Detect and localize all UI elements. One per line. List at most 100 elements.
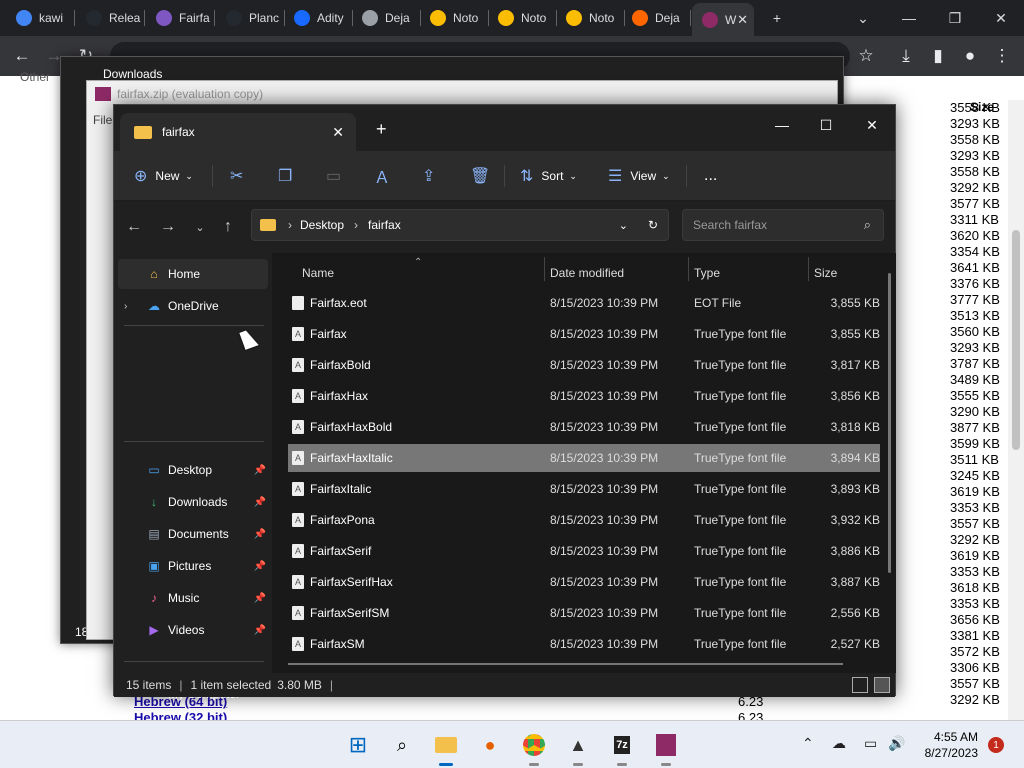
nav-item-documents[interactable]: ▤ Documents 📌 <box>118 519 268 549</box>
more-options-button[interactable]: ... <box>704 163 717 189</box>
browser-tab[interactable]: Deja <box>622 5 688 31</box>
network-off-icon[interactable]: ☁ <box>832 735 846 752</box>
size-cell: 3381 KB <box>950 628 1000 643</box>
rename-button[interactable]: Ａ <box>374 163 398 189</box>
side-panel-icon[interactable]: ▮ <box>926 44 950 68</box>
menu-icon[interactable]: ⋮ <box>990 44 1014 68</box>
display-icon[interactable]: ▭ <box>864 735 877 752</box>
browser-tab[interactable]: Relea <box>76 5 142 31</box>
share-button[interactable]: ⇪ <box>422 163 443 189</box>
back-icon[interactable]: ← <box>122 215 146 239</box>
file-row[interactable]: A FairfaxHaxItalic 8/15/2023 10:39 PM TrueT… <box>288 444 880 472</box>
cut-button[interactable]: ✂ <box>230 163 251 189</box>
forward-icon[interactable]: → <box>156 215 180 239</box>
file-row[interactable]: A FairfaxBold 8/15/2023 10:39 PM TrueType f… <box>288 351 880 379</box>
column-header-date[interactable]: Date modified <box>550 261 624 285</box>
file-explorer-icon[interactable] <box>432 731 460 766</box>
system-clock[interactable]: 4:55 AM 8/27/2023 <box>918 729 978 761</box>
file-row[interactable]: A FairfaxItalic 8/15/2023 10:39 PM TrueType… <box>288 475 880 503</box>
browser-tab[interactable]: Noto <box>556 5 622 31</box>
inkscape-icon[interactable]: ▲ <box>564 731 592 766</box>
size-cell: 3777 KB <box>950 292 1000 307</box>
scrollbar-thumb[interactable] <box>1012 230 1020 450</box>
new-tab-icon[interactable]: + <box>754 0 800 36</box>
sort-button[interactable]: ⇅ Sort ⌄ <box>520 163 577 189</box>
nav-item-pictures[interactable]: ▣ Pictures 📌 <box>118 551 268 581</box>
browser-tab[interactable]: W ✕ <box>692 3 754 36</box>
back-icon[interactable]: ← <box>10 44 34 68</box>
download-icon[interactable]: ⤓ <box>894 44 918 68</box>
browser-tab[interactable]: Noto <box>420 5 486 31</box>
column-header-name[interactable]: Name <box>302 261 334 285</box>
browser-tab[interactable]: Noto <box>488 5 554 31</box>
refresh-icon[interactable]: ↻ <box>648 218 658 232</box>
profile-icon[interactable]: ● <box>958 44 982 68</box>
file-row[interactable]: Fairfax.eot 8/15/2023 10:39 PM EOT File 3,8… <box>288 289 880 317</box>
7zip-icon[interactable]: 7z <box>608 731 636 766</box>
vertical-scrollbar[interactable] <box>888 273 891 573</box>
close-tab-icon[interactable]: ✕ <box>737 12 748 28</box>
breadcrumb[interactable]: › Desktop › fairfax ⌄ ↻ <box>251 209 669 241</box>
nav-item-desktop[interactable]: ▭ Desktop 📌 <box>118 455 268 485</box>
page-scrollbar[interactable] <box>1008 100 1024 720</box>
browser-tab[interactable]: kawi <box>6 5 72 31</box>
nav-item-onedrive[interactable]: › ☁ OneDrive <box>118 291 268 321</box>
maximize-button[interactable]: ☐ <box>806 111 846 139</box>
tiles-view-icon[interactable] <box>874 677 890 693</box>
browser-tab[interactable]: Fairfa <box>146 5 212 31</box>
file-row[interactable]: A FairfaxSerifSM 8/15/2023 10:39 PM TrueTyp… <box>288 599 880 627</box>
notification-badge[interactable]: 1 <box>988 737 1004 753</box>
chevron-down-icon[interactable]: ⌄ <box>619 219 628 232</box>
new-button[interactable]: ⊕ New ⌄ <box>134 163 193 189</box>
winrar-icon[interactable] <box>652 731 680 766</box>
restore-icon[interactable]: ❐ <box>932 0 978 36</box>
up-icon[interactable]: ↑ <box>216 215 240 239</box>
chrome-icon[interactable] <box>520 731 548 766</box>
close-icon[interactable]: ✕ <box>978 0 1024 36</box>
nav-item-videos[interactable]: ▶ Videos 📌 <box>118 615 268 645</box>
bookmark-star-icon[interactable]: ☆ <box>854 44 878 68</box>
minimize-icon[interactable]: — <box>886 0 932 36</box>
tab-search-icon[interactable]: ⌄ <box>840 0 886 36</box>
file-row[interactable]: A FairfaxPona 8/15/2023 10:39 PM TrueType f… <box>288 506 880 534</box>
breadcrumb-desktop[interactable]: Desktop <box>300 218 344 232</box>
minimize-button[interactable]: — <box>762 111 802 139</box>
nav-item-downloads[interactable]: ↓ Downloads 📌 <box>118 487 268 517</box>
horizontal-scrollbar[interactable] <box>288 663 843 665</box>
breadcrumb-fairfax[interactable]: fairfax <box>368 218 401 232</box>
view-button[interactable]: ☰ View ⌄ <box>608 163 670 189</box>
new-tab-icon[interactable]: + <box>376 119 387 140</box>
chevron-right-icon[interactable]: › <box>124 301 127 312</box>
column-header-type[interactable]: Type <box>694 261 720 285</box>
explorer-tab[interactable]: fairfax ✕ <box>120 113 356 151</box>
file-row[interactable]: A FairfaxSerif 8/15/2023 10:39 PM TrueType … <box>288 537 880 565</box>
browser-tab[interactable]: Deja <box>352 5 418 31</box>
file-row[interactable]: A FairfaxHaxBold 8/15/2023 10:39 PM TrueTyp… <box>288 413 880 441</box>
file-row[interactable]: A FairfaxHax 8/15/2023 10:39 PM TrueType fo… <box>288 382 880 410</box>
file-row[interactable]: A FairfaxSM 8/15/2023 10:39 PM TrueType fon… <box>288 630 880 658</box>
recent-locations-icon[interactable]: ⌄ <box>188 215 212 239</box>
explorer-tab-bar: fairfax ✕ + — ☐ ✕ <box>114 105 895 151</box>
chevron-up-icon[interactable]: ⌃ <box>802 735 814 752</box>
paste-button[interactable]: ▭ <box>326 163 349 189</box>
start-icon[interactable]: ⊞ <box>344 731 372 759</box>
volume-icon[interactable]: 🔊 <box>888 735 905 752</box>
details-view-icon[interactable] <box>852 677 868 693</box>
file-row[interactable]: A FairfaxSerifHax 8/15/2023 10:39 PM TrueTy… <box>288 568 880 596</box>
close-button[interactable]: ✕ <box>852 111 892 139</box>
file-row[interactable]: A Fairfax 8/15/2023 10:39 PM TrueType font … <box>288 320 880 348</box>
browser-tab[interactable]: Planc <box>216 5 282 31</box>
column-header-size[interactable]: Size <box>814 261 837 285</box>
close-tab-icon[interactable]: ✕ <box>332 124 344 141</box>
music-icon: ♪ <box>151 591 157 605</box>
search-icon[interactable]: ⌕ <box>388 731 416 759</box>
search-icon: ⌕ <box>863 217 871 232</box>
copy-button[interactable]: ❐ <box>278 163 300 189</box>
nav-item-music[interactable]: ♪ Music 📌 <box>118 583 268 613</box>
file-menu[interactable]: File <box>93 113 112 127</box>
search-input[interactable]: Search fairfax ⌕ <box>682 209 884 241</box>
delete-button[interactable]: 🗑 <box>470 163 498 189</box>
nav-item-home[interactable]: ⌂ Home <box>118 259 268 289</box>
browser-tab[interactable]: Adity <box>284 5 350 31</box>
firefox-icon[interactable]: ● <box>476 731 504 759</box>
